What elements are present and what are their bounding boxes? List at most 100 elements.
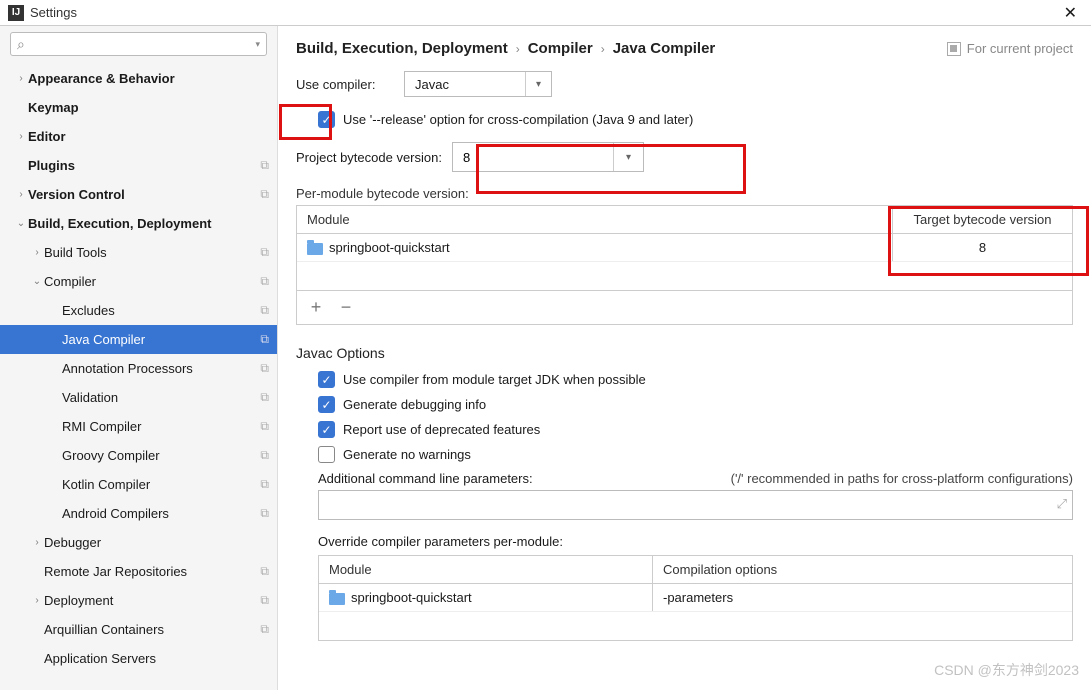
table-row[interactable]: springboot-quickstart-parameters [319,584,1072,612]
project-bytecode-input[interactable] [453,144,613,170]
close-icon[interactable]: ✕ [1058,1,1083,25]
params-input[interactable] [318,490,1073,520]
search-field-wrap[interactable]: ⌕ ▾ [10,32,267,56]
sidebar-item-debugger[interactable]: ›Debugger [0,528,277,557]
project-bytecode-field[interactable]: ▾ [452,142,644,172]
sidebar-item-plugins[interactable]: Plugins⧉ [0,151,277,180]
copy-settings-icon[interactable]: ⧉ [260,274,269,289]
sidebar-item-label: Plugins [28,158,260,173]
sidebar-item-arquillian-containers[interactable]: Arquillian Containers⧉ [0,615,277,644]
sidebar-item-label: Annotation Processors [62,361,260,376]
sidebar-item-label: Deployment [44,593,260,608]
chevron-right-icon: › [14,131,28,142]
sidebar-item-compiler[interactable]: ⌄Compiler⧉ [0,267,277,296]
use-compiler-select[interactable]: Javac ▾ [404,71,552,97]
chevron-down-icon[interactable]: ▾ [613,143,643,171]
sidebar-item-android-compilers[interactable]: Android Compilers⧉ [0,499,277,528]
sidebar-item-validation[interactable]: Validation⧉ [0,383,277,412]
th-module[interactable]: Module [297,206,892,233]
chevron-right-icon: › [14,189,28,200]
release-option-checkbox[interactable]: ✓ [318,111,335,128]
params-label: Additional command line parameters: [318,471,533,486]
opt-deprecated-checkbox[interactable]: ✓ [318,421,335,438]
sidebar-item-kotlin-compiler[interactable]: Kotlin Compiler⧉ [0,470,277,499]
remove-button[interactable]: − [337,297,355,318]
copy-settings-icon[interactable]: ⧉ [260,245,269,260]
sidebar: ⌕ ▾ ›Appearance & BehaviorKeymap›EditorP… [0,26,278,690]
copy-settings-icon[interactable]: ⧉ [260,419,269,434]
copy-settings-icon[interactable]: ⧉ [260,593,269,608]
target-version-cell[interactable]: 8 [892,234,1072,261]
module-name: springboot-quickstart [329,240,450,255]
opt-module-jdk-label: Use compiler from module target JDK when… [343,372,646,387]
compilation-opts-cell[interactable]: -parameters [652,584,1072,611]
window-title: Settings [30,5,77,20]
sidebar-item-label: Java Compiler [62,332,260,347]
sidebar-item-label: Android Compilers [62,506,260,521]
main-panel: Build, Execution, Deployment › Compiler … [278,26,1091,690]
project-scope-icon [947,42,961,56]
expand-icon[interactable]: ⤢ [1057,496,1067,512]
sidebar-item-label: Build, Execution, Deployment [28,216,269,231]
sidebar-item-label: Kotlin Compiler [62,477,260,492]
chevron-right-icon: › [14,73,28,84]
chevron-right-icon: › [601,42,605,56]
th-opts[interactable]: Compilation options [652,556,1072,583]
folder-icon [307,243,323,255]
copy-settings-icon[interactable]: ⧉ [260,506,269,521]
copy-settings-icon[interactable]: ⧉ [260,448,269,463]
sidebar-item-label: Arquillian Containers [44,622,260,637]
opt-deprecated-label: Report use of deprecated features [343,422,540,437]
sidebar-item-rmi-compiler[interactable]: RMI Compiler⧉ [0,412,277,441]
th-module[interactable]: Module [319,556,652,583]
table-row[interactable]: springboot-quickstart 8 [297,234,1072,262]
params-hint: ('/' recommended in paths for cross-plat… [731,471,1073,486]
opt-module-jdk-checkbox[interactable]: ✓ [318,371,335,388]
copy-settings-icon[interactable]: ⧉ [260,564,269,579]
use-compiler-value: Javac [405,77,525,92]
opt-debug-label: Generate debugging info [343,397,486,412]
sidebar-item-appearance-behavior[interactable]: ›Appearance & Behavior [0,64,277,93]
sidebar-item-version-control[interactable]: ›Version Control⧉ [0,180,277,209]
sidebar-item-label: Validation [62,390,260,405]
sidebar-item-java-compiler[interactable]: Java Compiler⧉ [0,325,277,354]
copy-settings-icon[interactable]: ⧉ [260,187,269,202]
sidebar-item-build-execution-deployment[interactable]: ⌄Build, Execution, Deployment [0,209,277,238]
copy-settings-icon[interactable]: ⧉ [260,303,269,318]
th-target[interactable]: Target bytecode version [892,206,1072,233]
sidebar-item-excludes[interactable]: Excludes⧉ [0,296,277,325]
override-table: Module Compilation options springboot-qu… [318,555,1073,641]
crumb-1[interactable]: Build, Execution, Deployment [296,40,508,57]
sidebar-item-label: Keymap [28,100,269,115]
copy-settings-icon[interactable]: ⧉ [260,361,269,376]
opt-nowarn-checkbox[interactable] [318,446,335,463]
javac-options-title: Javac Options [296,345,1073,361]
per-module-table: Module Target bytecode version springboo… [296,205,1073,325]
sidebar-item-annotation-processors[interactable]: Annotation Processors⧉ [0,354,277,383]
sidebar-item-deployment[interactable]: ›Deployment⧉ [0,586,277,615]
sidebar-item-remote-jar-repositories[interactable]: Remote Jar Repositories⧉ [0,557,277,586]
copy-settings-icon[interactable]: ⧉ [260,477,269,492]
sidebar-item-editor[interactable]: ›Editor [0,122,277,151]
release-option-label: Use '--release' option for cross-compila… [343,112,693,127]
sidebar-item-groovy-compiler[interactable]: Groovy Compiler⧉ [0,441,277,470]
sidebar-item-build-tools[interactable]: ›Build Tools⧉ [0,238,277,267]
search-history-icon[interactable]: ▾ [255,39,260,50]
copy-settings-icon[interactable]: ⧉ [260,332,269,347]
folder-icon [329,593,345,605]
sidebar-item-label: Compiler [44,274,260,289]
copy-settings-icon[interactable]: ⧉ [260,390,269,405]
crumb-2[interactable]: Compiler [528,40,593,57]
search-input[interactable] [29,37,256,52]
copy-settings-icon[interactable]: ⧉ [260,622,269,637]
chevron-right-icon: › [516,42,520,56]
sidebar-item-application-servers[interactable]: Application Servers [0,644,277,673]
copy-settings-icon[interactable]: ⧉ [260,158,269,173]
sidebar-item-label: Appearance & Behavior [28,71,269,86]
add-button[interactable]: + [307,297,325,318]
chevron-down-icon: ⌄ [30,276,44,287]
opt-debug-checkbox[interactable]: ✓ [318,396,335,413]
chevron-right-icon: › [30,595,44,606]
override-label: Override compiler parameters per-module: [318,534,1073,549]
sidebar-item-keymap[interactable]: Keymap [0,93,277,122]
